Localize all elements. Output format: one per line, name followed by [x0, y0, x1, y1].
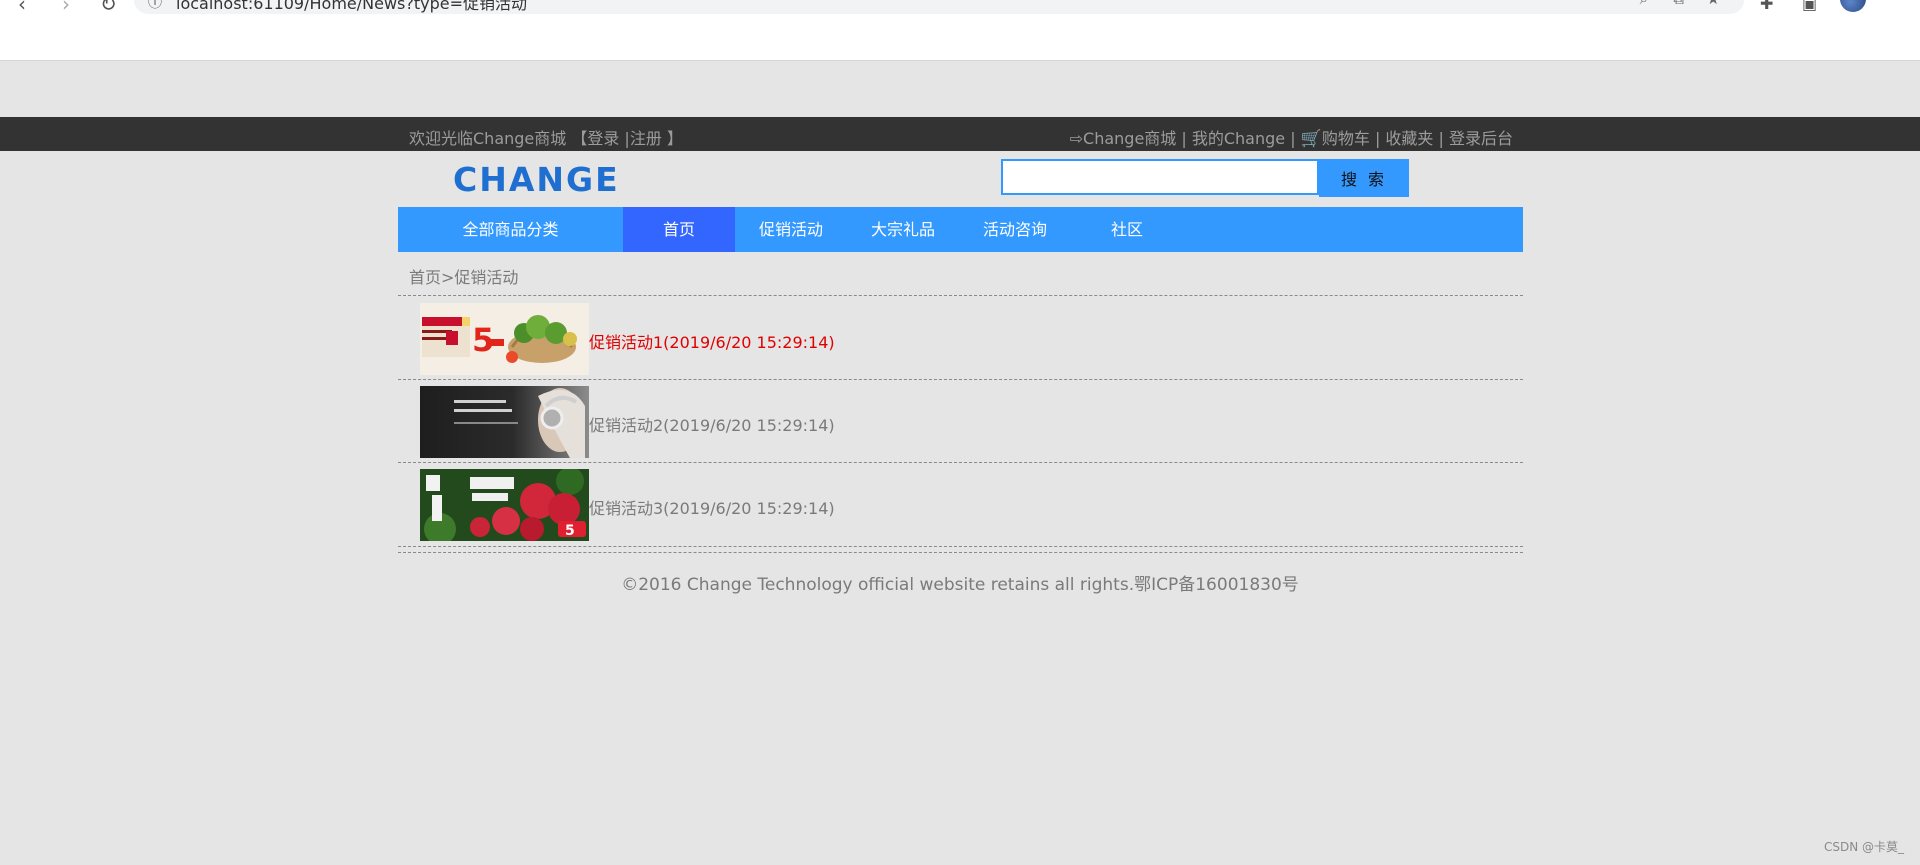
- main-nav: 全部商品分类 首页 促销活动 大宗礼品 活动咨询 社区: [398, 207, 1523, 252]
- bookmark-star-icon[interactable]: ★: [1707, 0, 1720, 8]
- profile-avatar[interactable]: [1840, 0, 1866, 12]
- top-links-prefix[interactable]: ⇨Change商城 | 我的Change |: [1070, 129, 1301, 148]
- watermark: CSDN @卡莫_: [1823, 840, 1904, 854]
- divider: [398, 462, 1523, 463]
- address-url[interactable]: localhost:61109/Home/News?type=促销活动: [176, 0, 527, 14]
- search-button[interactable]: 搜 索: [1319, 159, 1409, 197]
- install-icon[interactable]: ⧉: [1673, 0, 1684, 8]
- search-input[interactable]: [1001, 159, 1319, 195]
- news-title[interactable]: 促销活动1(2019/6/20 15:29:14): [589, 329, 835, 353]
- news-thumbnail-headphones[interactable]: [420, 386, 589, 458]
- nav-community[interactable]: 社区: [1071, 207, 1183, 252]
- search-icon[interactable]: ⌕: [1640, 0, 1648, 8]
- site-topbar: 欢迎光临Change商城 【登录 |注册 】 ⇨Change商城 | 我的Cha…: [0, 117, 1920, 151]
- divider: [398, 295, 1523, 296]
- tab-window-icon[interactable]: ▣: [1802, 0, 1817, 13]
- reload-icon[interactable]: ↻: [100, 0, 117, 16]
- forward-icon[interactable]: ›: [62, 0, 70, 16]
- divider: [398, 552, 1523, 553]
- news-thumbnail-apples[interactable]: 5: [420, 469, 589, 541]
- svg-text:5: 5: [565, 523, 575, 539]
- footer-copyright: ©2016 Change Technology official website…: [621, 575, 1299, 595]
- nav-all-categories[interactable]: 全部商品分类: [398, 207, 623, 252]
- news-thumbnail-vegetables[interactable]: 5: [420, 303, 589, 375]
- news-item[interactable]: 5 促销活动3(2019/6/20 15:29:14): [420, 469, 1520, 541]
- site-info-icon[interactable]: ⓘ: [148, 0, 162, 12]
- browser-toolbar: ‹ › ↻ ⓘ localhost:61109/Home/News?type=促…: [0, 0, 1920, 61]
- site-logo[interactable]: CHANGE: [453, 160, 620, 199]
- nav-bulk-gifts[interactable]: 大宗礼品: [847, 207, 959, 252]
- address-bar[interactable]: ⓘ localhost:61109/Home/News?type=促销活动 ⌕ …: [134, 0, 1744, 14]
- nav-promotions[interactable]: 促销活动: [735, 207, 847, 252]
- news-title[interactable]: 促销活动3(2019/6/20 15:29:14): [589, 495, 835, 519]
- top-links: ⇨Change商城 | 我的Change | 🛒购物车 | 收藏夹 | 登录后台: [1070, 125, 1513, 149]
- news-item[interactable]: 5 促销活动1(2019/6/20 15:29:14): [420, 303, 1520, 375]
- breadcrumb[interactable]: 首页>促销活动: [409, 264, 518, 288]
- divider: [398, 546, 1523, 547]
- nav-activity-consult[interactable]: 活动咨询: [959, 207, 1071, 252]
- extensions-icon[interactable]: ✚: [1760, 0, 1773, 13]
- cart-icon[interactable]: 🛒: [1301, 129, 1322, 149]
- news-item[interactable]: 促销活动2(2019/6/20 15:29:14): [420, 386, 1520, 458]
- nav-home[interactable]: 首页: [623, 207, 735, 252]
- back-icon[interactable]: ‹: [18, 0, 26, 16]
- divider: [398, 379, 1523, 380]
- news-title[interactable]: 促销活动2(2019/6/20 15:29:14): [589, 412, 835, 436]
- welcome-login-register[interactable]: 欢迎光临Change商城 【登录 |注册 】: [409, 125, 683, 149]
- top-links-suffix[interactable]: 购物车 | 收藏夹 | 登录后台: [1322, 129, 1513, 148]
